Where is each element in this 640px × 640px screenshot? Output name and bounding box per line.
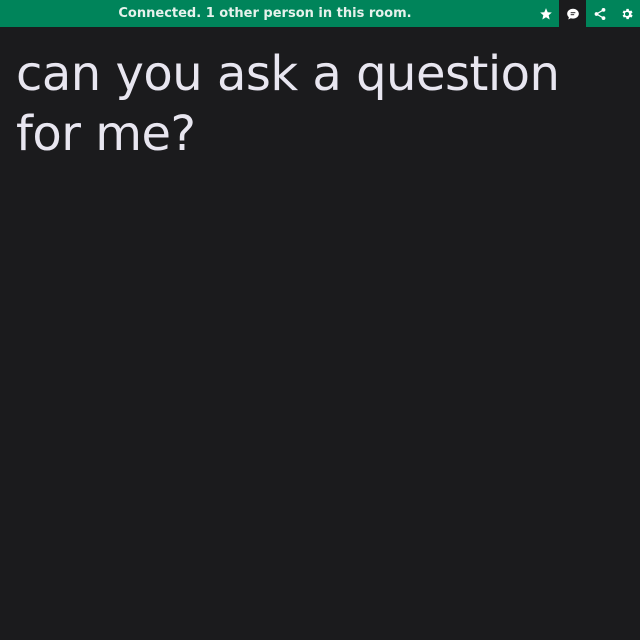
toolbar: [532, 0, 640, 27]
favorite-button[interactable]: [532, 0, 559, 27]
share-icon: [593, 7, 607, 21]
star-icon: [539, 7, 553, 21]
message-text: can you ask a question for me?: [16, 46, 560, 162]
chat-button[interactable]: [559, 0, 586, 27]
status-bar: Connected. 1 other person in this room.: [0, 0, 640, 27]
settings-button[interactable]: [613, 0, 640, 27]
gear-icon: [620, 7, 634, 21]
chat-bubble-icon: [566, 7, 580, 21]
app-window: Connected. 1 other person in this room.: [0, 0, 640, 640]
connection-status: Connected. 1 other person in this room.: [118, 6, 412, 21]
share-button[interactable]: [586, 0, 613, 27]
